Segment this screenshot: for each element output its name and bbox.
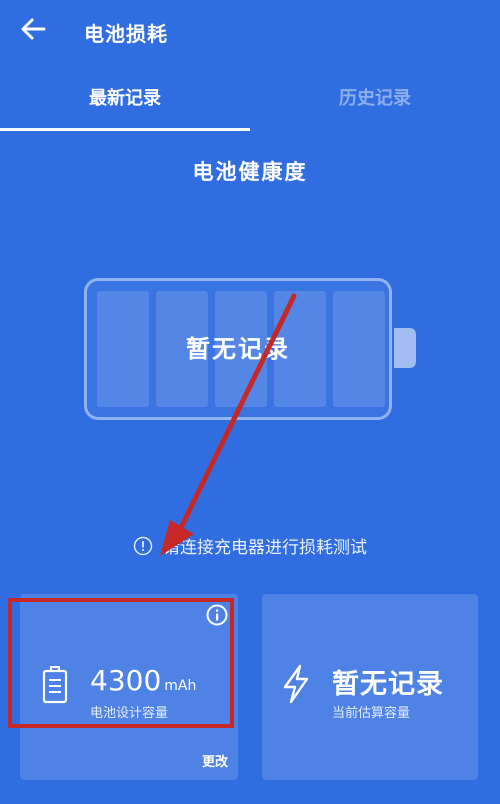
back-button[interactable]: [18, 14, 58, 50]
tab-latest-records[interactable]: 最新记录: [0, 70, 250, 128]
info-button[interactable]: [206, 604, 228, 626]
estimated-capacity-caption: 当前估算容量: [332, 706, 411, 721]
tab-bar: 最新记录 历史记录: [0, 70, 500, 132]
hint-text: 请连接充电器进行损耗测试: [163, 538, 367, 558]
battery-health-title: 电池健康度: [192, 160, 308, 184]
app-header: 电池损耗: [0, 0, 500, 64]
arrow-left-icon: [21, 18, 46, 40]
design-capacity-value: 4300: [90, 664, 162, 697]
tab-history-records[interactable]: 历史记录: [250, 70, 500, 128]
estimated-capacity-card: 暂无记录 当前估算容量: [262, 594, 478, 780]
design-capacity-value-row: 4300 mAh: [90, 664, 196, 697]
design-capacity-caption: 电池设计容量: [90, 706, 169, 721]
battery-wear-screen: 电池损耗 最新记录 历史记录 电池健康度 暂无记录 请连接充电器进行损耗测试 4…: [0, 0, 500, 804]
design-capacity-card[interactable]: 4300 mAh 电池设计容量 更改: [20, 594, 238, 780]
battery-status-text: 暂无记录: [186, 335, 290, 363]
estimated-capacity-value: 暂无记录: [332, 669, 444, 700]
battery-terminal: [394, 328, 416, 368]
battery-icon: [42, 666, 68, 708]
exclamation-circle-icon: [133, 536, 153, 555]
lightning-bolt-icon: [280, 664, 312, 708]
page-title: 电池损耗: [84, 22, 168, 46]
info-icon: [206, 604, 228, 626]
change-capacity-button[interactable]: 更改: [202, 751, 228, 770]
design-capacity-unit: mAh: [164, 678, 197, 694]
tab-indicator: [0, 128, 250, 131]
charger-hint: 请连接充电器进行损耗测试: [0, 533, 500, 561]
